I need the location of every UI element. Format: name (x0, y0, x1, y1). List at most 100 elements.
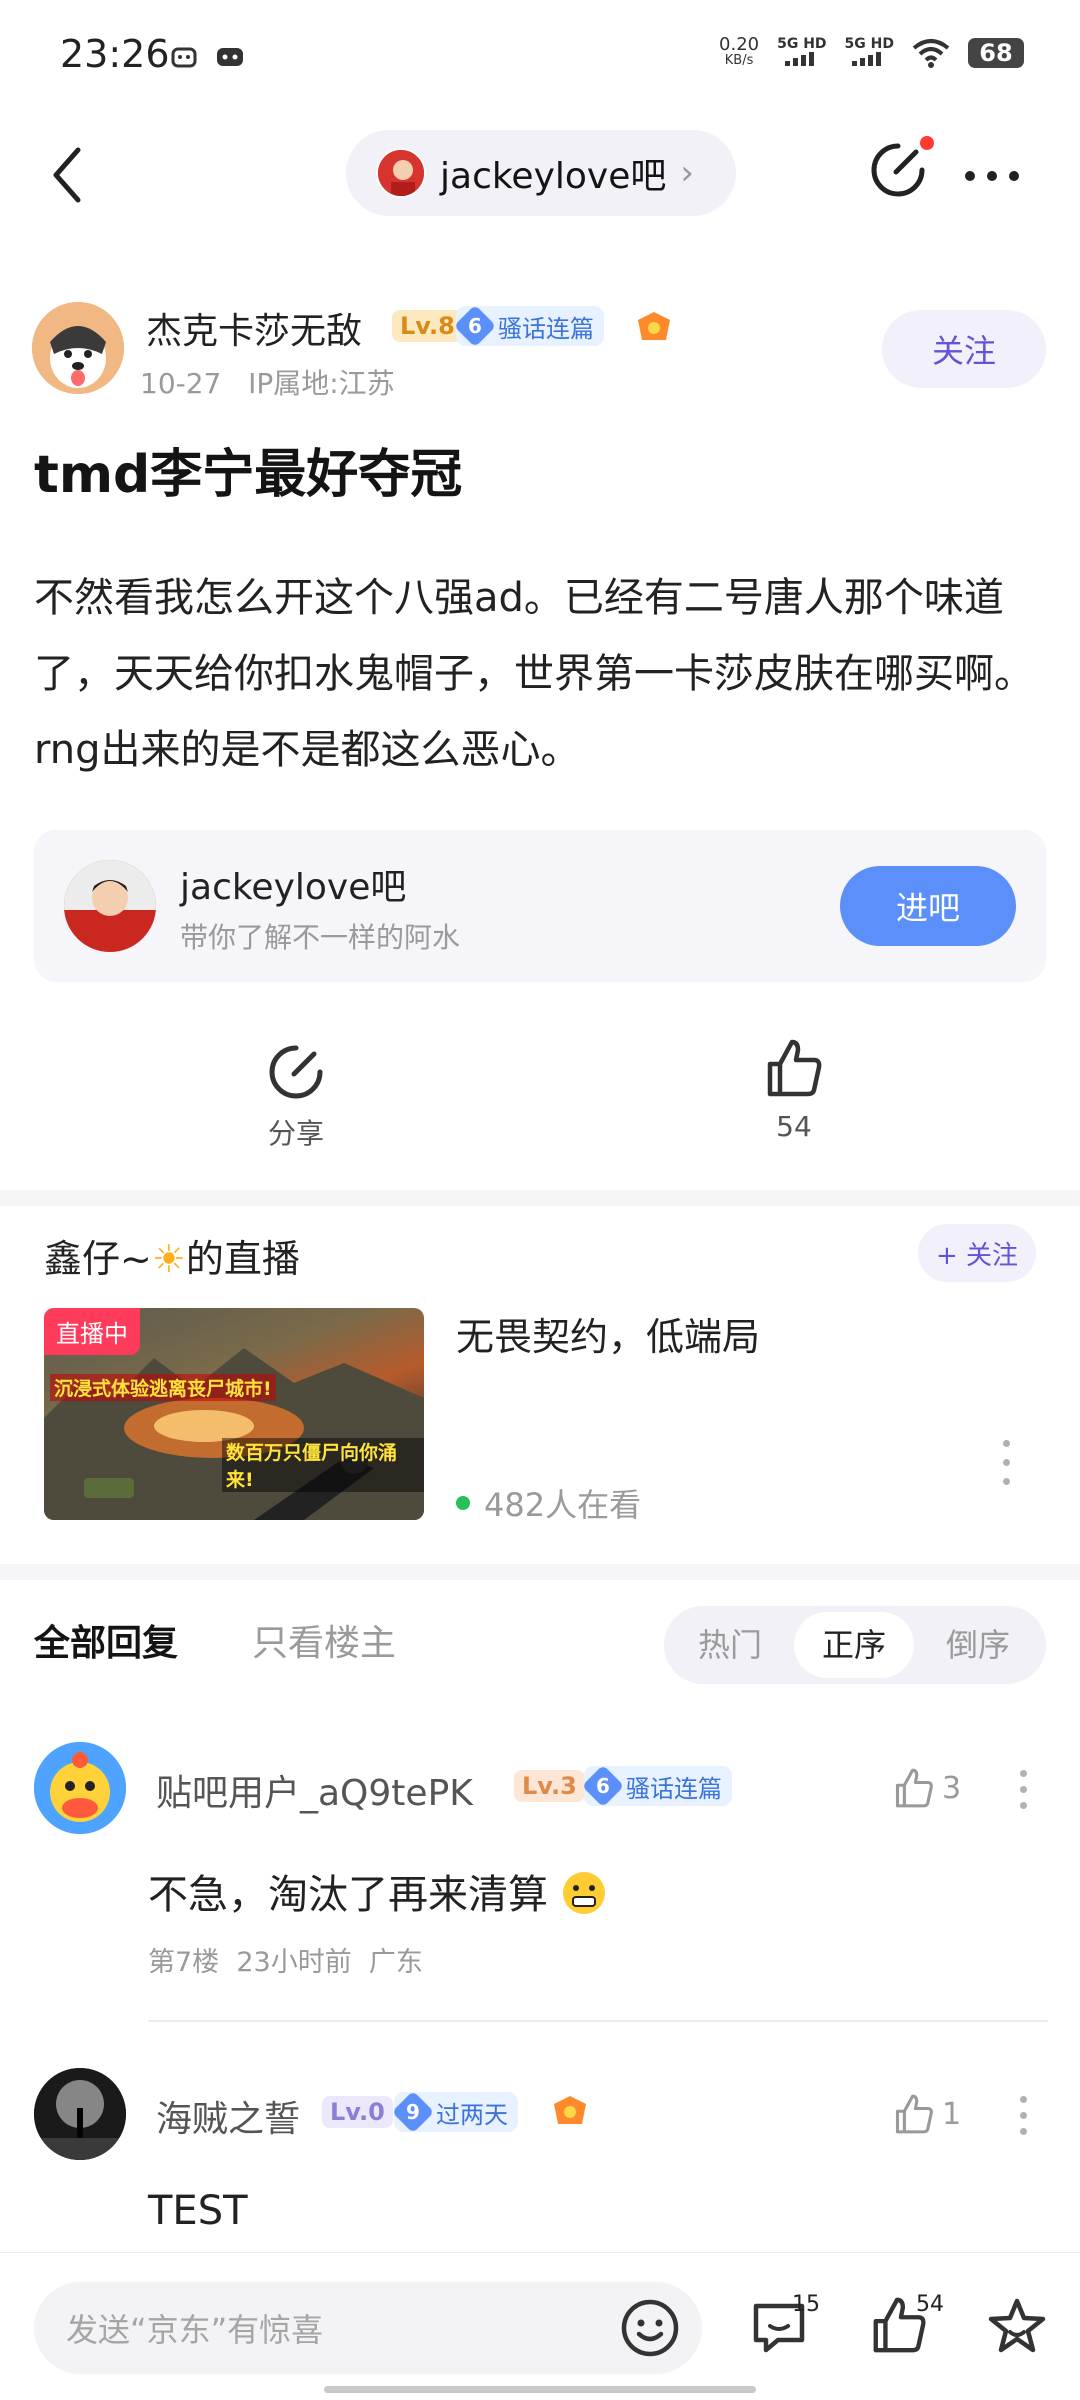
thumbnail-caption: 数百万只僵尸向你涌来! (222, 1438, 424, 1492)
post-title: tmd李宁最好夺冠 (34, 445, 463, 505)
badge-level: 9 (406, 2100, 420, 2124)
favorite-button[interactable] (986, 2296, 1048, 2362)
smiley-icon (621, 2299, 679, 2357)
forum-link-pill[interactable]: jackeylove吧 › (346, 130, 736, 216)
title-badge: 9 过两天 (391, 2090, 518, 2134)
live-thumbnail[interactable]: 直播中 沉浸式体验逃离丧尸城市! 数百万只僵尸向你涌来! (44, 1308, 424, 1520)
notification-dot (920, 136, 934, 150)
signal-1: 5G HD (777, 36, 827, 69)
reply-floor: 第7楼 (148, 1947, 220, 1978)
share-icon (871, 143, 925, 197)
forum-name: jackeylove吧 (440, 156, 667, 197)
net-speed-value: 0.20 (719, 33, 760, 55)
author-name[interactable]: 杰克卡莎无敌 (146, 302, 362, 354)
sort-descending[interactable]: 倒序 (918, 1612, 1038, 1678)
badge-text: 骚话连篇 (626, 1774, 722, 1803)
share-label: 分享 (267, 1117, 324, 1150)
forum-card[interactable]: jackeylove吧 带你了解不一样的阿水 进吧 (34, 830, 1046, 982)
emoji-button[interactable] (620, 2298, 680, 2358)
chevron-right-icon: › (680, 153, 694, 193)
share-icon (269, 1045, 323, 1099)
level-badge: Lv.0 (322, 2096, 393, 2128)
game-notification-icon (214, 42, 246, 74)
sort-toggle: 热门 正序 倒序 (664, 1606, 1046, 1684)
app-notification-icon (170, 42, 198, 74)
enter-forum-button[interactable]: 进吧 (840, 866, 1016, 946)
level-badge: Lv.3 (514, 1770, 585, 1802)
sun-icon: ☀ (151, 1237, 186, 1281)
follow-button[interactable]: 关注 (882, 310, 1046, 388)
forum-card-name: jackeylove吧 (180, 867, 407, 908)
forum-card-desc: 带你了解不一样的阿水 (180, 921, 461, 954)
signal-2-label: 5G HD (844, 36, 894, 52)
title-badge: 6 骚话连篇 (453, 304, 604, 348)
share-action[interactable]: 分享 (246, 1042, 346, 1152)
reply-like-button[interactable]: 1 (892, 2092, 961, 2136)
live-dot-icon (456, 1496, 470, 1510)
home-indicator[interactable] (324, 2386, 756, 2393)
reply-avatar[interactable] (34, 1742, 126, 1834)
signal-1-label: 5G HD (777, 36, 827, 52)
share-button[interactable] (868, 140, 934, 206)
reply-more-button[interactable] (1018, 2096, 1028, 2147)
tab-all-replies[interactable]: 全部回复 (34, 1614, 178, 1666)
gem-icon: 9 (391, 2090, 435, 2134)
post-date: 10-27 (140, 367, 222, 400)
reply-divider (148, 2020, 1048, 2022)
reply-text: TEST (148, 2188, 248, 2234)
post-meta: 10-27 IP属地:江苏 (140, 362, 395, 402)
live-title-suffix: 的直播 (185, 1237, 300, 1281)
medal-icon (634, 310, 674, 348)
live-stream-name[interactable]: 无畏契约，低端局 (456, 1306, 760, 1361)
reply-more-button[interactable] (1018, 1770, 1028, 1821)
net-speed-unit: KB/s (724, 52, 754, 68)
reply-meta: 第7楼 23小时前 广东 (148, 1940, 423, 1979)
reply-like-count: 1 (942, 2096, 962, 2132)
reply-author[interactable]: 贴吧用户_aQ9tePK (156, 1764, 473, 1816)
badge-text: 过两天 (436, 2100, 508, 2129)
reply-location: 广东 (368, 1947, 423, 1978)
badge-text: 骚话连篇 (498, 314, 594, 343)
more-horizontal-icon (965, 171, 1019, 181)
comment-count: 15 (792, 2292, 820, 2317)
star-icon (988, 2298, 1046, 2353)
tab-op-only[interactable]: 只看楼主 (252, 1614, 396, 1666)
forum-avatar (376, 148, 426, 198)
like-action[interactable]: 54 (744, 1036, 844, 1143)
more-options-button[interactable] (962, 150, 1022, 190)
badge-level: 6 (468, 314, 482, 338)
live-follow-button[interactable]: + 关注 (918, 1224, 1036, 1282)
reply-time: 23小时前 (236, 1947, 352, 1978)
thumbs-up-icon (895, 1768, 933, 1808)
reply-avatar[interactable] (34, 2068, 126, 2160)
signal-bars-icon (852, 52, 882, 66)
section-divider (0, 1564, 1080, 1580)
sort-hot[interactable]: 热门 (670, 1612, 790, 1678)
reply-author[interactable]: 海贼之誓 (156, 2090, 300, 2142)
medal-icon (550, 2094, 590, 2132)
back-button[interactable] (44, 140, 94, 210)
live-viewers: 482人在看 (456, 1480, 641, 1526)
live-more-button[interactable] (1000, 1440, 1012, 1497)
status-time: 23:26 (60, 32, 170, 76)
net-speed: 0.20 KB/s (719, 33, 760, 69)
reply-text: 不急，淘汰了再来清算 (148, 1862, 607, 1920)
live-streamer-name: 鑫仔~ (44, 1237, 152, 1281)
comment-input[interactable]: 发送“京东”有惊喜 (34, 2282, 702, 2374)
thumbs-up-icon (895, 2094, 933, 2134)
sort-ascending[interactable]: 正序 (794, 1612, 914, 1678)
post-ip: IP属地:江苏 (248, 367, 395, 400)
reply-like-count: 3 (942, 1770, 962, 1806)
live-tag: 直播中 (44, 1308, 140, 1355)
forum-card-avatar (64, 860, 156, 952)
battery-indicator: 68 (968, 37, 1024, 68)
post-body: 不然看我怎么开这个八强ad。已经有二号唐人那个味道了，天天给你扣水鬼帽子，世界第… (34, 575, 1034, 773)
gem-icon: 6 (581, 1764, 625, 1808)
viewer-count: 482人在看 (484, 1486, 642, 1524)
gem-icon: 6 (453, 304, 497, 348)
reply-like-button[interactable]: 3 (892, 1766, 961, 1810)
thumbnail-caption: 沉浸式体验逃离丧尸城市! (50, 1374, 276, 1401)
live-section-title: 鑫仔~☀的直播 (44, 1228, 300, 1283)
author-avatar[interactable] (32, 302, 124, 394)
wifi-icon (912, 38, 950, 68)
